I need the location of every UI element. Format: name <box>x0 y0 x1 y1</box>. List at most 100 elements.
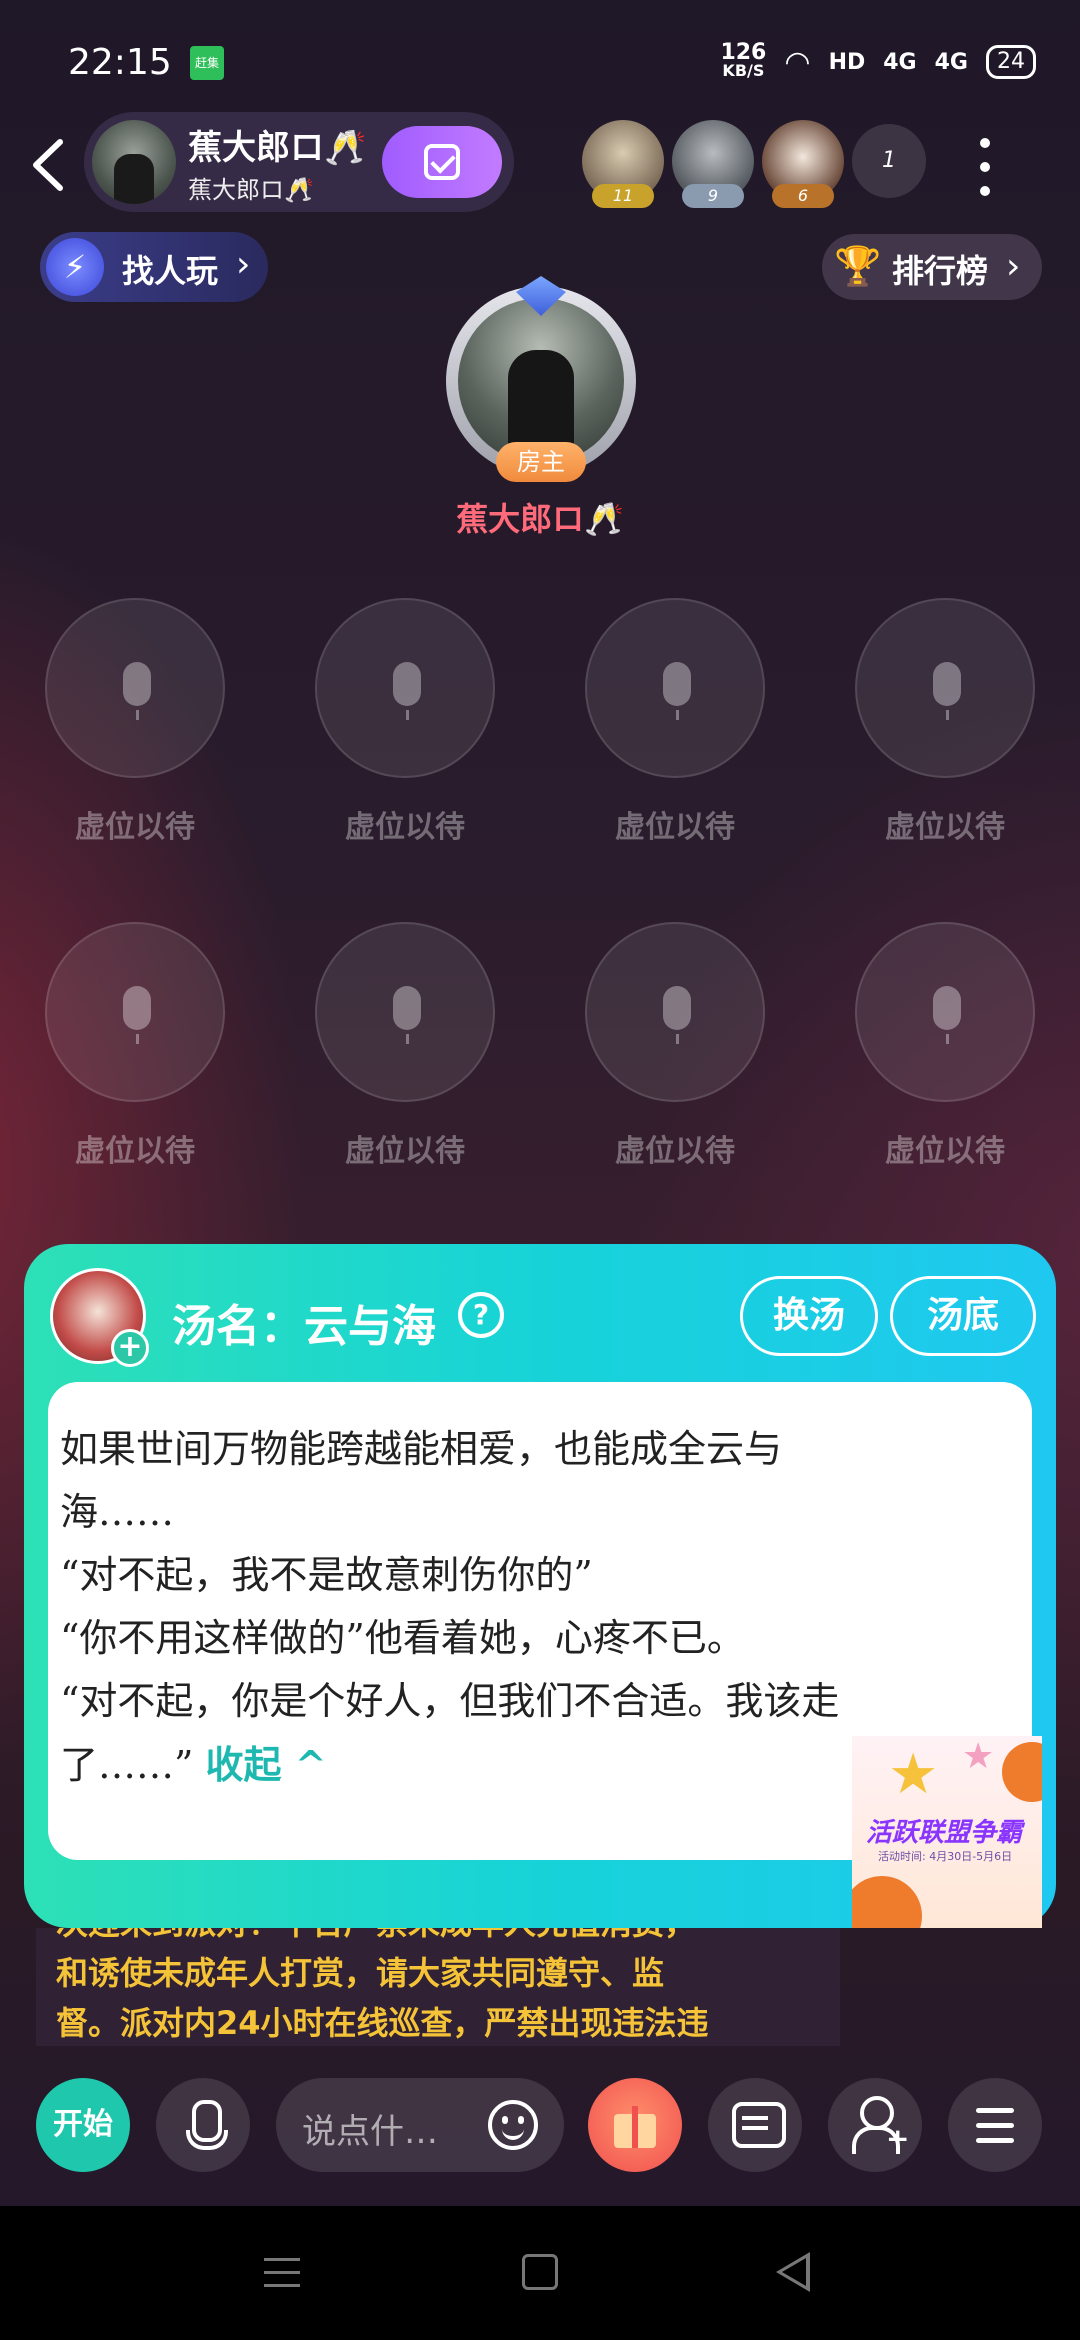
chat-input[interactable]: 说点什… <box>276 2078 564 2172</box>
empty-seat-2[interactable]: 虚位以待 <box>315 598 495 846</box>
leaderboard-button[interactable]: 🏆 排行榜 › <box>822 234 1042 300</box>
signal-4g-icon: 4G <box>883 49 917 75</box>
network-speed-unit: KB/S <box>722 61 765 80</box>
microphone-icon <box>393 662 421 720</box>
empty-seat-6[interactable]: 虚位以待 <box>315 922 495 1170</box>
hd-label: HD <box>828 49 866 75</box>
seat-label: 虚位以待 <box>345 810 465 845</box>
status-right-group: 126 KB/S ◠ HD 4G 4G 24 <box>720 40 1036 80</box>
story-text: 如果世间万物能跨越能相爱，也能成全云与 海…… “对不起，我不是故意刺伤你的” … <box>60 1418 980 1797</box>
empty-seat-5[interactable]: 虚位以待 <box>45 922 225 1170</box>
network-speed: 126 KB/S <box>720 40 767 80</box>
invite-user-icon[interactable]: + <box>828 2078 922 2172</box>
emoji-icon[interactable] <box>488 2100 538 2150</box>
microphone-icon[interactable] <box>156 2078 250 2172</box>
seat-label: 虚位以待 <box>615 810 735 845</box>
seat-label: 虚位以待 <box>885 810 1005 845</box>
viewer-avatar[interactable]: 11 <box>582 120 664 208</box>
wifi-icon: ◠ <box>784 44 811 80</box>
event-promo-banner[interactable]: ★ ★ 活跃联盟争霸 活动时间: 4月30日-5月6日 <box>852 1736 1042 1928</box>
microphone-icon <box>123 662 151 720</box>
chevron-right-icon: › <box>236 244 251 285</box>
microphone-icon <box>663 662 691 720</box>
seat-label: 虚位以待 <box>885 1134 1005 1169</box>
host-avatar[interactable] <box>92 120 176 204</box>
empty-seat-3[interactable]: 虚位以待 <box>585 598 765 846</box>
check-icon <box>424 144 460 180</box>
soup-answer-button[interactable]: 汤底 <box>890 1276 1036 1356</box>
trophy-icon: 🏆 <box>834 244 882 288</box>
star-icon: ★ <box>888 1742 939 1807</box>
empty-seat-4[interactable]: 虚位以待 <box>855 598 1035 846</box>
announcement-line: 督。派对内24小时在线巡查，严禁出现违法违 <box>56 2004 709 2042</box>
microphone-icon <box>933 662 961 720</box>
viewer-count[interactable]: 1 <box>852 124 926 198</box>
viewer-avatar[interactable]: 6 <box>762 120 844 208</box>
recent-apps-icon[interactable] <box>264 2258 300 2288</box>
announcement-panel: 次迎来到派对！平台严禁未成年人充值消费， 和诱使未成年人打赏，请大家共同遵守、监… <box>36 1928 840 2046</box>
promo-decoration <box>1002 1742 1042 1802</box>
announcement-line: 和诱使未成年人打赏，请大家共同遵守、监 <box>56 1954 665 1992</box>
host-seat-name: 蕉大郎ロ🥂 <box>456 500 624 538</box>
message-icon[interactable] <box>708 2078 802 2172</box>
leaderboard-label: 排行榜 <box>892 252 989 290</box>
more-options-icon[interactable] <box>980 138 992 198</box>
help-icon[interactable]: ? <box>458 1292 504 1338</box>
seat-circle[interactable] <box>855 922 1035 1102</box>
add-icon: + <box>886 2122 910 2155</box>
menu-icon[interactable] <box>948 2078 1042 2172</box>
host-seat[interactable]: 房主 <box>436 276 646 496</box>
microphone-icon <box>663 986 691 1044</box>
start-button[interactable]: 开始 <box>36 2078 130 2172</box>
viewer-level-badge: 11 <box>592 184 654 208</box>
status-time: 22:15 <box>68 42 172 83</box>
promo-subtitle: 活动时间: 4月30日-5月6日 <box>878 1850 1013 1863</box>
seat-circle[interactable] <box>45 922 225 1102</box>
host-seat-avatar[interactable] <box>458 298 624 464</box>
seat-label: 虚位以待 <box>75 1134 195 1169</box>
system-navigation-bar <box>0 2206 1080 2340</box>
home-icon[interactable] <box>522 2254 558 2290</box>
viewer-level-badge: 9 <box>682 184 744 208</box>
seat-label: 虚位以待 <box>345 1134 465 1169</box>
swap-soup-button[interactable]: 换汤 <box>740 1276 878 1356</box>
back-arrow-icon[interactable] <box>22 130 72 200</box>
microphone-icon <box>123 986 151 1044</box>
seat-circle[interactable] <box>315 922 495 1102</box>
seat-label: 虚位以待 <box>75 810 195 845</box>
seat-circle[interactable] <box>855 598 1035 778</box>
find-players-button[interactable]: ⚡ 找人玩 › <box>40 232 268 302</box>
microphone-icon <box>393 986 421 1044</box>
add-icon[interactable]: + <box>111 1329 149 1367</box>
online-viewers[interactable]: 11 9 6 1 <box>582 120 926 208</box>
app-notification-icon: 赶集 <box>190 46 224 80</box>
seat-circle[interactable] <box>315 598 495 778</box>
gift-icon[interactable] <box>588 2078 682 2172</box>
battery-icon: 24 <box>986 45 1036 79</box>
back-icon[interactable] <box>776 2252 810 2292</box>
empty-seat-8[interactable]: 虚位以待 <box>855 922 1035 1170</box>
lightning-icon: ⚡ <box>46 238 104 296</box>
microphone-icon <box>933 986 961 1044</box>
viewer-level-badge: 6 <box>772 184 834 208</box>
host-info-pill[interactable]: 蕉大郎ロ🥂 蕉大郎ロ🥂 <box>84 112 514 212</box>
seat-circle[interactable] <box>585 598 765 778</box>
chat-input-placeholder: 说点什… <box>302 2112 438 2152</box>
empty-seat-7[interactable]: 虚位以待 <box>585 922 765 1170</box>
empty-seat-1[interactable]: 虚位以待 <box>45 598 225 846</box>
collapse-button[interactable]: 收起 ^ <box>206 1742 327 1787</box>
promo-decoration <box>852 1876 922 1928</box>
follow-button[interactable] <box>382 126 502 198</box>
seat-circle[interactable] <box>585 922 765 1102</box>
viewer-avatar[interactable]: 9 <box>672 120 754 208</box>
star-icon: ★ <box>962 1736 995 1777</box>
host-name: 蕉大郎ロ🥂 <box>188 128 367 168</box>
seat-circle[interactable] <box>45 598 225 778</box>
status-bar: 22:15 赶集 126 KB/S ◠ HD 4G 4G 24 <box>0 0 1080 120</box>
seat-label: 虚位以待 <box>615 1134 735 1169</box>
announcement-line: 次迎来到派对！平台严禁未成年人充值消费， <box>36 1928 840 1948</box>
promo-title: 活跃联盟争霸 <box>866 1818 1023 1848</box>
narrator-avatar[interactable]: + <box>50 1268 149 1367</box>
find-players-label: 找人玩 <box>122 252 219 290</box>
network-speed-value: 126 <box>720 40 767 65</box>
